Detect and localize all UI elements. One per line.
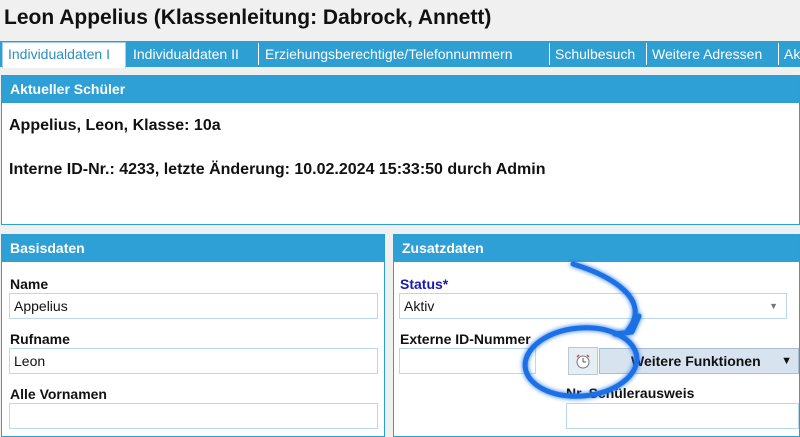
tab-bar: Individualdaten I Individualdaten II Erz…: [0, 41, 800, 68]
weitere-funktionen-button[interactable]: Weitere Funktionen ▼: [599, 348, 799, 374]
alarm-clock-icon: [576, 354, 590, 369]
zusatzdaten-heading: Zusatzdaten: [394, 235, 799, 262]
extern-id-label: Externe ID-Nummer: [400, 331, 531, 347]
window-title: Leon Appelius (Klassenleitung: Dabrock, …: [4, 6, 492, 29]
rufname-input[interactable]: Leon: [9, 348, 378, 374]
tab-erziehungsberechtigte[interactable]: Erziehungsberechtigte/Telefonnummern: [260, 43, 550, 65]
vornamen-label: Alle Vornamen: [10, 386, 107, 402]
name-label: Name: [10, 276, 49, 292]
student-id-info: Interne ID-Nr.: 4233, letzte Änderung: 1…: [9, 161, 546, 178]
current-student-panel: Aktueller Schüler Appelius, Leon, Klasse…: [1, 75, 800, 225]
name-input[interactable]: Appelius: [9, 293, 378, 319]
nr-ausweis-input[interactable]: [566, 403, 799, 429]
dropdown-arrow-icon[interactable]: ▼: [769, 294, 778, 318]
weitere-funktionen-label: Weitere Funktionen: [631, 353, 761, 369]
current-student-heading: Aktueller Schüler: [2, 76, 799, 103]
tab-individualdaten-1[interactable]: Individualdaten I: [2, 42, 126, 68]
window-title-bar: Leon Appelius (Klassenleitung: Dabrock, …: [0, 0, 800, 38]
tab-individualdaten-2[interactable]: Individualdaten II: [128, 43, 259, 65]
status-label: Status*: [400, 276, 449, 292]
caret-down-icon: ▼: [781, 355, 792, 367]
vornamen-input[interactable]: [9, 403, 378, 429]
tab-weitere-adressen[interactable]: Weitere Adressen: [647, 43, 779, 65]
extern-id-input[interactable]: [399, 348, 536, 374]
alarm-clock-button[interactable]: [568, 347, 598, 375]
zusatzdaten-panel: Zusatzdaten Status* Aktiv ▼ Externe ID-N…: [393, 234, 800, 437]
basisdaten-heading: Basisdaten: [2, 235, 384, 262]
student-summary: Appelius, Leon, Klasse: 10a: [9, 117, 221, 134]
nr-ausweis-label: Nr. Schülerausweis: [566, 385, 695, 401]
tab-schulbesuch[interactable]: Schulbesuch: [550, 43, 647, 65]
status-value: Aktiv: [404, 298, 435, 314]
tab-ak[interactable]: Ak: [779, 43, 800, 65]
rufname-label: Rufname: [10, 331, 70, 347]
basisdaten-panel: Basisdaten Name Appelius Rufname Leon Al…: [1, 234, 385, 437]
status-select[interactable]: Aktiv ▼: [399, 293, 787, 319]
